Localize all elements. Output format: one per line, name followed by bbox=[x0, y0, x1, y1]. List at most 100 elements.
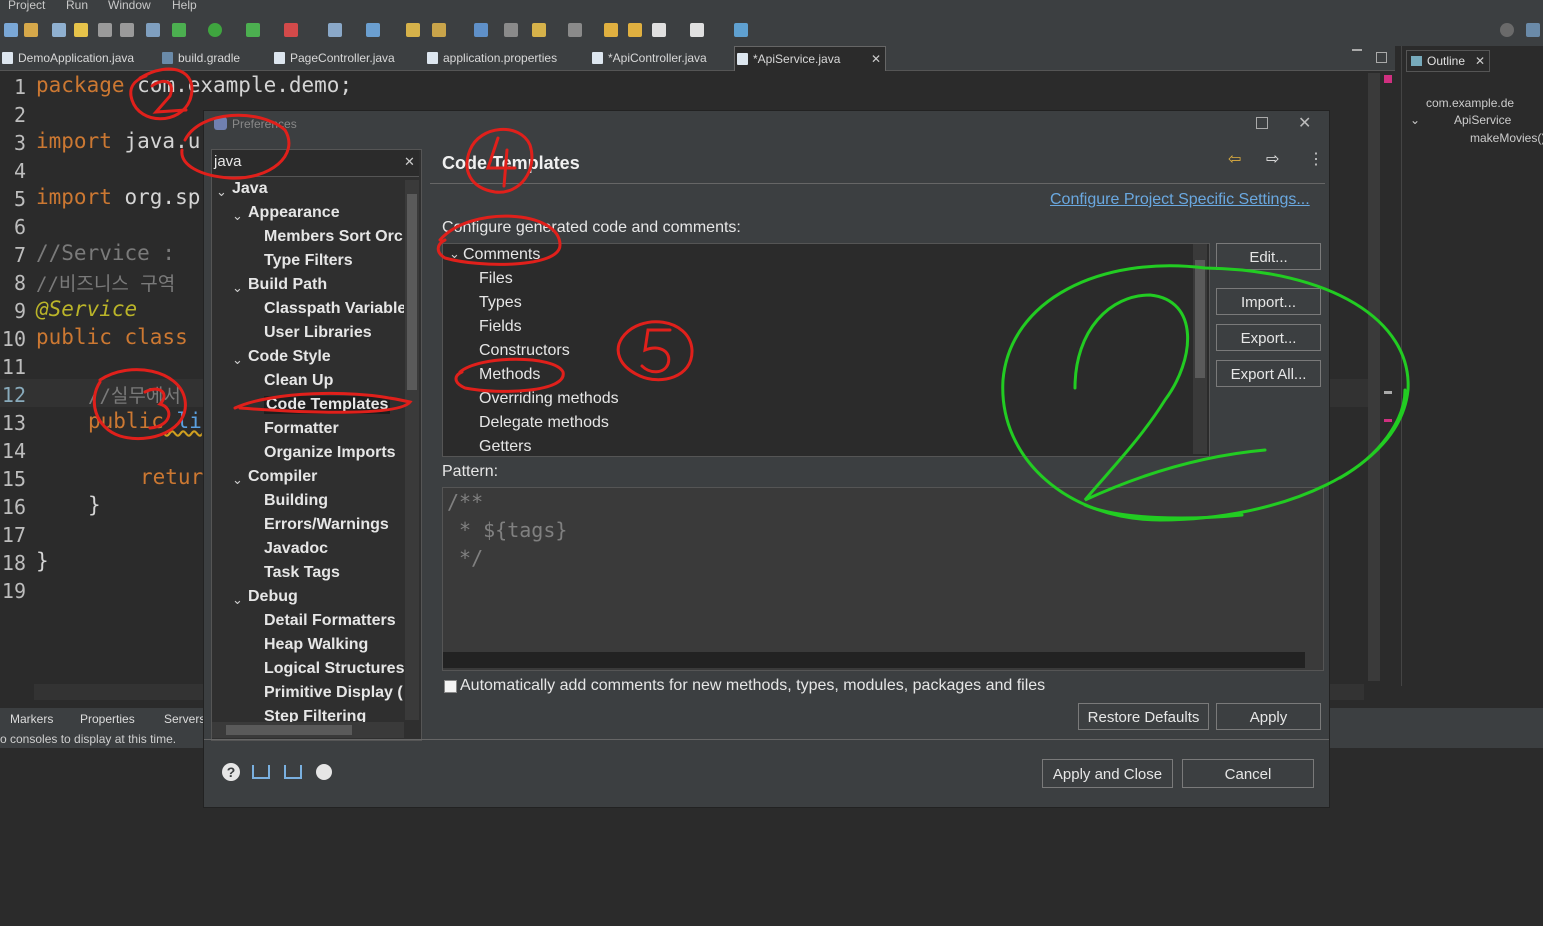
template-constructors[interactable]: Constructors bbox=[479, 342, 570, 360]
tab-servers[interactable]: Servers bbox=[164, 712, 205, 726]
block-icon[interactable] bbox=[120, 23, 134, 37]
apply-button[interactable]: Apply bbox=[1216, 703, 1321, 730]
scroll-thumb[interactable] bbox=[226, 725, 352, 735]
tab-markers[interactable]: Markers bbox=[10, 712, 53, 726]
close-icon[interactable]: ✕ bbox=[1298, 113, 1311, 133]
globe-icon[interactable] bbox=[474, 23, 488, 37]
menu-window[interactable]: Window bbox=[108, 0, 151, 12]
tree-item-formatter[interactable]: Formatter bbox=[264, 420, 339, 438]
search-icon[interactable] bbox=[52, 23, 66, 37]
cancel-button[interactable]: Cancel bbox=[1182, 759, 1314, 788]
tab-apiservice[interactable]: *ApiService.java ✕ bbox=[734, 46, 886, 71]
menu-help[interactable]: Help bbox=[172, 0, 197, 12]
pencil-icon[interactable] bbox=[74, 23, 88, 37]
tree-item-heap-walking[interactable]: Heap Walking bbox=[264, 636, 368, 654]
menu-project[interactable]: Project bbox=[8, 0, 45, 12]
chevron-down-icon[interactable]: ⌄ bbox=[232, 280, 243, 296]
template-fields[interactable]: Fields bbox=[479, 318, 522, 336]
tab-build-gradle[interactable]: build.gradle bbox=[160, 46, 240, 70]
edit-button[interactable]: Edit... bbox=[1216, 243, 1321, 270]
outline-item-package[interactable]: com.example.de bbox=[1426, 96, 1514, 110]
debug-icon[interactable] bbox=[172, 23, 186, 37]
scroll-thumb[interactable] bbox=[407, 194, 417, 390]
tree-item-user-libraries[interactable]: User Libraries bbox=[264, 324, 372, 342]
menu-run[interactable]: Run bbox=[66, 0, 88, 12]
tab-properties[interactable]: Properties bbox=[80, 712, 135, 726]
pattern-vertical-scrollbar[interactable] bbox=[1307, 488, 1321, 652]
tree-item-debug[interactable]: Debug bbox=[248, 588, 298, 606]
restore-defaults-button[interactable]: Restore Defaults bbox=[1078, 703, 1209, 730]
tree-item-building[interactable]: Building bbox=[264, 492, 328, 510]
new-icon[interactable] bbox=[328, 23, 342, 37]
perspective-icon[interactable] bbox=[734, 23, 748, 37]
configure-project-link[interactable]: Configure Project Specific Settings... bbox=[1050, 191, 1310, 209]
forward-icon[interactable]: ⇨ bbox=[1266, 149, 1279, 169]
outline-item-class[interactable]: ApiService bbox=[1454, 113, 1511, 127]
tree-item-compiler[interactable]: Compiler bbox=[248, 468, 317, 486]
chevron-down-icon[interactable]: ⌄ bbox=[216, 184, 227, 200]
tree-item-detail-formatters[interactable]: Detail Formatters bbox=[264, 612, 396, 630]
tree-item-errors-warnings[interactable]: Errors/Warnings bbox=[264, 516, 389, 534]
forward-icon[interactable] bbox=[690, 23, 704, 37]
back-icon[interactable] bbox=[652, 23, 666, 37]
next-annotation-icon[interactable] bbox=[568, 23, 582, 37]
toggle-icon[interactable] bbox=[98, 23, 112, 37]
chevron-down-icon[interactable]: ⌄ bbox=[1410, 113, 1420, 127]
tree-item-type-filters[interactable]: Type Filters bbox=[264, 252, 353, 270]
run-icon[interactable] bbox=[208, 23, 222, 37]
search-icon-top[interactable] bbox=[1500, 23, 1514, 37]
coverage-icon[interactable] bbox=[246, 23, 260, 37]
chevron-down-icon[interactable]: ⌄ bbox=[232, 472, 243, 488]
import-prefs-icon[interactable] bbox=[252, 765, 270, 779]
tab-demoapplication[interactable]: DemoApplication.java bbox=[0, 46, 134, 70]
open-folder-icon[interactable] bbox=[406, 23, 420, 37]
close-icon[interactable]: ✕ bbox=[871, 47, 881, 71]
annotation-icon[interactable] bbox=[532, 23, 546, 37]
apply-and-close-button[interactable]: Apply and Close bbox=[1042, 759, 1173, 788]
save-icon[interactable] bbox=[4, 23, 18, 37]
outline-item-method[interactable]: makeMovies() bbox=[1470, 131, 1543, 145]
pattern-editor[interactable]: /** * ${tags} */ bbox=[442, 487, 1324, 671]
chevron-down-icon[interactable]: ⌄ bbox=[232, 592, 243, 608]
tab-outline[interactable]: Outline ✕ bbox=[1406, 50, 1490, 72]
tree-item-members-sort[interactable]: Members Sort Orc bbox=[264, 228, 403, 246]
tab-apicontroller[interactable]: *ApiController.java bbox=[590, 46, 707, 70]
help-icon[interactable]: ? bbox=[222, 763, 240, 781]
back-icon[interactable]: ⇦ bbox=[1228, 149, 1241, 169]
tree-item-build-path[interactable]: Build Path bbox=[248, 276, 327, 294]
back-edit-icon[interactable] bbox=[604, 23, 618, 37]
chevron-down-icon[interactable]: ⌄ bbox=[232, 208, 243, 224]
template-methods[interactable]: Methods bbox=[479, 366, 540, 384]
pattern-horizontal-scrollbar[interactable] bbox=[443, 652, 1305, 668]
brush-icon[interactable] bbox=[432, 23, 446, 37]
tree-item-java[interactable]: Java bbox=[232, 180, 268, 198]
template-delegate-methods[interactable]: Delegate methods bbox=[479, 414, 609, 432]
build-icon[interactable] bbox=[24, 23, 38, 37]
tree-item-task-tags[interactable]: Task Tags bbox=[264, 564, 340, 582]
editor-vertical-scrollbar[interactable] bbox=[1368, 73, 1380, 681]
export-button[interactable]: Export... bbox=[1216, 324, 1321, 351]
tree-item-clean-up[interactable]: Clean Up bbox=[264, 372, 333, 390]
auto-comments-checkbox[interactable] bbox=[444, 680, 457, 693]
export-all-button[interactable]: Export All... bbox=[1216, 360, 1321, 387]
filter-input[interactable]: java ✕ bbox=[212, 150, 419, 177]
menu-icon[interactable]: ⋮ bbox=[1308, 149, 1324, 169]
tree-item-primitive-display[interactable]: Primitive Display ( bbox=[264, 684, 403, 702]
external-tools-icon[interactable] bbox=[284, 23, 298, 37]
close-icon[interactable]: ✕ bbox=[1475, 51, 1485, 71]
tasks-icon[interactable] bbox=[504, 23, 518, 37]
maximize-icon[interactable] bbox=[1256, 117, 1268, 129]
maximize-icon[interactable] bbox=[1376, 52, 1387, 63]
tree-item-classpath-variables[interactable]: Classpath Variable bbox=[264, 300, 404, 318]
spring-icon[interactable] bbox=[366, 23, 380, 37]
import-button[interactable]: Import... bbox=[1216, 288, 1321, 315]
tree-item-code-templates[interactable]: Code Templates bbox=[264, 396, 391, 414]
minimize-icon[interactable] bbox=[1352, 49, 1362, 51]
perspective-switch-icon[interactable] bbox=[1526, 23, 1540, 37]
scroll-thumb[interactable] bbox=[1195, 260, 1205, 378]
tree-item-organize-imports[interactable]: Organize Imports bbox=[264, 444, 396, 462]
clear-icon[interactable]: ✕ bbox=[404, 154, 415, 170]
template-getters[interactable]: Getters bbox=[479, 438, 531, 456]
tree-item-javadoc[interactable]: Javadoc bbox=[264, 540, 328, 558]
tree-item-code-style[interactable]: Code Style bbox=[248, 348, 331, 366]
